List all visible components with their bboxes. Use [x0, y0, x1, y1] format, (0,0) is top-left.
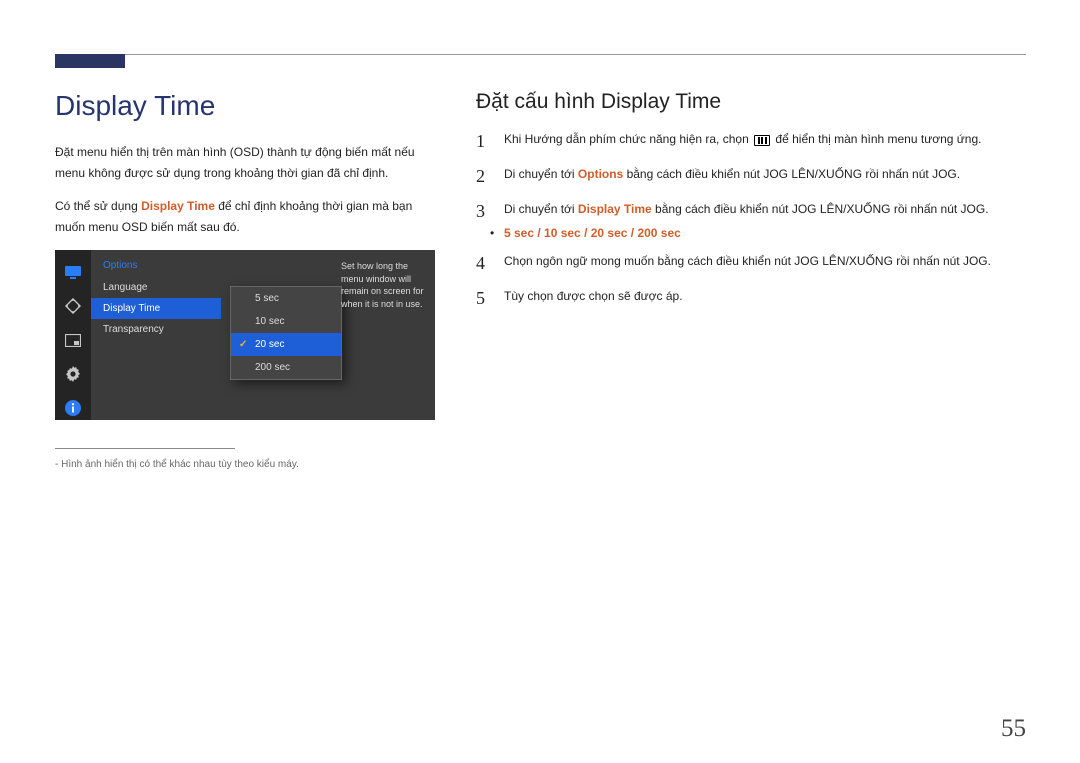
step1-pre: Khi Hướng dẫn phím chức năng hiện ra, ch… — [504, 132, 752, 146]
step3-highlight: Display Time — [578, 202, 652, 216]
section-title: Display Time — [55, 90, 440, 122]
osd-screenshot: Options Language Display Time Transparen… — [55, 250, 435, 420]
step3-pre: Di chuyển tới — [504, 202, 578, 216]
osd-submenu-item[interactable]: 10 sec — [231, 310, 341, 333]
osd-submenu-label: 20 sec — [255, 339, 284, 350]
gear-icon — [63, 364, 83, 384]
options-list: 5 sec / 10 sec / 20 sec / 200 sec — [504, 226, 681, 240]
position-icon — [63, 296, 83, 316]
step3-post: bằng cách điều khiển nút JOG LÊN/XUỐNG r… — [652, 202, 989, 216]
step2-post: bằng cách điều khiển nút JOG LÊN/XUỐNG r… — [623, 167, 960, 181]
osd-submenu-item[interactable]: 5 sec — [231, 287, 341, 310]
menu-icon — [754, 135, 770, 146]
osd-menu-item[interactable]: Language — [91, 277, 221, 298]
header-accent — [55, 54, 125, 68]
para2-pre: Có thể sử dụng — [55, 199, 141, 213]
para2-highlight: Display Time — [141, 199, 215, 213]
osd-submenu: 5 sec 10 sec ✓ 20 sec 200 sec — [230, 286, 342, 380]
footnote: Hình ảnh hiển thị có thể khác nhau tùy t… — [55, 459, 440, 470]
left-column: Display Time Đặt menu hiển thị trên màn … — [55, 90, 440, 733]
osd-menu-header: Options — [91, 260, 221, 277]
steps-list: Khi Hướng dẫn phím chức năng hiện ra, ch… — [476, 130, 1026, 220]
step-1: Khi Hướng dẫn phím chức năng hiện ra, ch… — [476, 130, 1026, 149]
options-bullet: 5 sec / 10 sec / 20 sec / 200 sec — [504, 226, 1026, 240]
step-2: Di chuyển tới Options bằng cách điều khi… — [476, 165, 1026, 184]
pip-icon — [63, 330, 83, 350]
osd-menu-item[interactable]: Transparency — [91, 319, 221, 340]
page-content: Display Time Đặt menu hiển thị trên màn … — [55, 90, 1026, 733]
osd-description: Set how long the menu window will remain… — [341, 260, 427, 310]
intro-para-2: Có thể sử dụng Display Time để chỉ định … — [55, 196, 440, 238]
config-title: Đặt cấu hình Display Time — [476, 90, 1026, 114]
osd-iconbar — [55, 250, 91, 420]
steps-list-continued: Chọn ngôn ngữ mong muốn bằng cách điều k… — [476, 252, 1026, 306]
osd-submenu-item[interactable]: 200 sec — [231, 356, 341, 379]
osd-submenu-item[interactable]: ✓ 20 sec — [231, 333, 341, 356]
osd-menu-item[interactable]: Display Time — [91, 298, 221, 319]
info-icon — [63, 398, 83, 418]
intro-para-1: Đặt menu hiển thị trên màn hình (OSD) th… — [55, 142, 440, 184]
step-5: Tùy chọn được chọn sẽ được áp. — [476, 287, 1026, 306]
right-column: Đặt cấu hình Display Time Khi Hướng dẫn … — [476, 90, 1026, 733]
step2-pre: Di chuyển tới — [504, 167, 578, 181]
page-number: 55 — [1001, 715, 1026, 743]
step2-highlight: Options — [578, 167, 623, 181]
footnote-divider — [55, 448, 235, 449]
check-icon: ✓ — [239, 339, 247, 350]
monitor-icon — [63, 262, 83, 282]
step1-post: để hiển thị màn hình menu tương ứng. — [772, 132, 981, 146]
header-rule — [55, 54, 1026, 72]
osd-menu: Options Language Display Time Transparen… — [91, 250, 221, 420]
step-4: Chọn ngôn ngữ mong muốn bằng cách điều k… — [476, 252, 1026, 271]
step-3: Di chuyển tới Display Time bằng cách điề… — [476, 200, 1026, 219]
